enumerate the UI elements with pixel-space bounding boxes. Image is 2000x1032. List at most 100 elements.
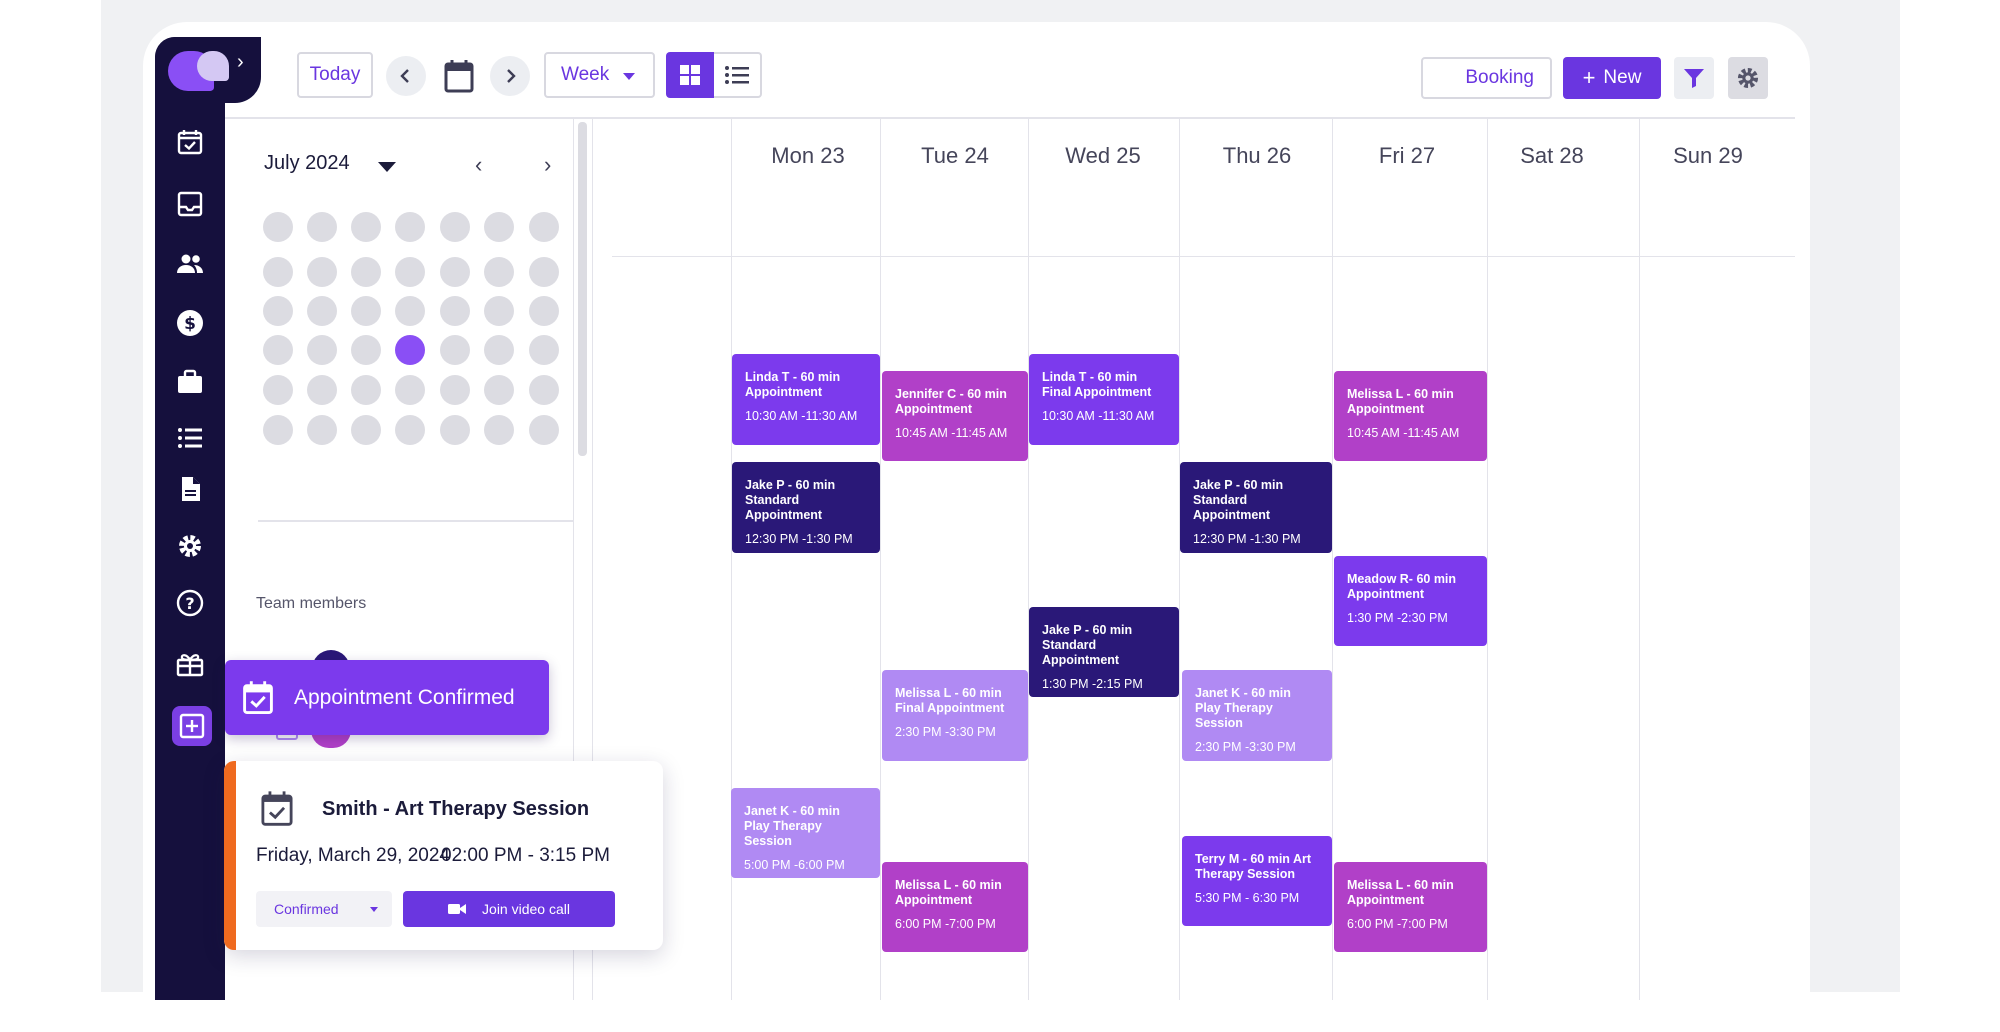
mini-calendar-day[interactable]: [529, 212, 559, 242]
mini-calendar-day[interactable]: [484, 375, 514, 405]
dollar-icon[interactable]: $: [174, 307, 206, 339]
caret-down-icon[interactable]: [378, 162, 396, 172]
status-select[interactable]: Confirmed: [256, 891, 392, 927]
appointment-block[interactable]: Melissa L - 60 min Final Appointment 2:30…: [882, 670, 1028, 761]
appointment-block[interactable]: Janet K - 60 min Play Therapy Session 5:0…: [731, 788, 880, 878]
mini-calendar-day[interactable]: [484, 212, 514, 242]
mini-calendar-day[interactable]: [395, 335, 425, 365]
appointment-block[interactable]: Meadow R- 60 min Appointment 1:30 PM -2:3…: [1334, 556, 1487, 646]
day-header[interactable]: Fri 27: [1337, 143, 1477, 169]
mini-calendar-day[interactable]: [529, 257, 559, 287]
day-header[interactable]: Sun 29: [1638, 143, 1778, 169]
mini-calendar-day[interactable]: [263, 257, 293, 287]
mini-calendar-day[interactable]: [395, 257, 425, 287]
mini-calendar-day[interactable]: [440, 212, 470, 242]
appointment-detail-card[interactable]: Smith - Art Therapy Session Friday, Marc…: [224, 761, 663, 950]
mini-calendar-day[interactable]: [307, 257, 337, 287]
mini-calendar-day[interactable]: [484, 415, 514, 445]
new-button[interactable]: + New: [1563, 57, 1661, 99]
appointment-block[interactable]: Melissa L - 60 min Appointment 10:45 AM -…: [1334, 371, 1487, 461]
mini-calendar-day[interactable]: [440, 415, 470, 445]
gear-icon[interactable]: [174, 530, 206, 562]
mini-calendar-day[interactable]: [484, 257, 514, 287]
settings-button[interactable]: [1728, 57, 1768, 99]
appointment-block[interactable]: Jake P - 60 min Standard Appointment 12:3…: [732, 462, 880, 553]
appointment-block[interactable]: Jennifer C - 60 min Appointment 10:45 AM …: [882, 371, 1028, 461]
appointment-block[interactable]: Linda T - 60 min Appointment 10:30 AM -11…: [732, 354, 880, 445]
appointment-time: 10:45 AM -11:45 AM: [895, 426, 1008, 440]
inbox-icon[interactable]: [174, 188, 206, 220]
mini-calendar-day[interactable]: [307, 212, 337, 242]
logo-mark-secondary: [197, 51, 229, 81]
mini-calendar-day[interactable]: [263, 415, 293, 445]
gift-icon[interactable]: [174, 648, 206, 680]
mini-calendar-day[interactable]: [351, 296, 381, 326]
calendar-check-icon[interactable]: [174, 126, 206, 158]
mini-calendar-day[interactable]: [484, 296, 514, 326]
mini-calendar-day[interactable]: [307, 415, 337, 445]
calendar-picker-icon[interactable]: [442, 57, 476, 95]
mini-calendar-day[interactable]: [395, 212, 425, 242]
mini-calendar-day[interactable]: [263, 335, 293, 365]
appointment-block[interactable]: Janet K - 60 min Play Therapy Session 2:3…: [1182, 670, 1332, 761]
today-button[interactable]: Today: [297, 52, 373, 98]
filter-button[interactable]: [1674, 57, 1714, 99]
mini-calendar-day[interactable]: [440, 296, 470, 326]
sidebar-scrollbar[interactable]: [578, 122, 587, 456]
mini-calendar-day[interactable]: [351, 375, 381, 405]
booking-button[interactable]: Booking: [1421, 57, 1552, 99]
day-header[interactable]: Sat 28: [1482, 143, 1622, 169]
view-select[interactable]: Week: [544, 52, 655, 98]
mini-calendar-day[interactable]: [263, 212, 293, 242]
appointment-block[interactable]: Terry M - 60 min Art Therapy Session 5:30…: [1182, 836, 1332, 926]
join-video-call-button[interactable]: Join video call: [403, 891, 615, 927]
mini-calendar-day[interactable]: [351, 415, 381, 445]
appointment-block[interactable]: Jake P - 60 min Standard Appointment 12:3…: [1180, 462, 1332, 553]
list-view-toggle[interactable]: [714, 52, 762, 98]
grid-view-toggle[interactable]: [666, 52, 714, 98]
mini-calendar-day[interactable]: [529, 335, 559, 365]
mini-calendar-day[interactable]: [440, 335, 470, 365]
mini-calendar-day[interactable]: [351, 212, 381, 242]
mini-calendar-day[interactable]: [395, 415, 425, 445]
day-header[interactable]: Thu 26: [1187, 143, 1327, 169]
list-icon[interactable]: [174, 422, 206, 454]
mini-calendar-day[interactable]: [529, 415, 559, 445]
mini-calendar-day[interactable]: [307, 296, 337, 326]
mini-calendar-day[interactable]: [395, 375, 425, 405]
mini-calendar-day[interactable]: [263, 375, 293, 405]
mini-calendar-day[interactable]: [263, 296, 293, 326]
chevron-down-icon: [370, 907, 378, 912]
appointment-block[interactable]: Linda T - 60 min Final Appointment 10:30 …: [1029, 354, 1179, 445]
document-icon[interactable]: [174, 473, 206, 505]
prev-week-button[interactable]: [386, 56, 426, 96]
mini-calendar-day[interactable]: [395, 296, 425, 326]
appointment-title: Jake P - 60 min Standard Appointment: [1193, 478, 1284, 522]
mini-calendar-day[interactable]: [440, 257, 470, 287]
day-header[interactable]: Tue 24: [885, 143, 1025, 169]
appointment-block[interactable]: Melissa L - 60 min Appointment 6:00 PM -7…: [882, 862, 1028, 952]
day-header[interactable]: Wed 25: [1033, 143, 1173, 169]
next-week-button[interactable]: [490, 56, 530, 96]
mini-calendar-day[interactable]: [529, 375, 559, 405]
appointment-time: 12:30 PM -1:30 PM: [745, 532, 853, 546]
col-line: [1639, 118, 1640, 1000]
people-icon[interactable]: [174, 248, 206, 280]
mini-next-month-icon[interactable]: ›: [544, 152, 551, 178]
day-header[interactable]: Mon 23: [738, 143, 878, 169]
chevron-down-icon: [623, 73, 635, 80]
mini-calendar-day[interactable]: [351, 335, 381, 365]
mini-calendar-day[interactable]: [484, 335, 514, 365]
briefcase-icon[interactable]: [174, 366, 206, 398]
add-icon[interactable]: [172, 706, 212, 746]
appointment-block[interactable]: Jake P - 60 min Standard Appointment 1:30…: [1029, 607, 1179, 697]
mini-calendar-day[interactable]: [351, 257, 381, 287]
help-icon[interactable]: ?: [174, 587, 206, 619]
appointment-block[interactable]: Melissa L - 60 min Appointment 6:00 PM -7…: [1334, 862, 1487, 952]
mini-calendar-day[interactable]: [529, 296, 559, 326]
mini-calendar-day[interactable]: [307, 335, 337, 365]
expand-chevron-icon[interactable]: ›: [237, 50, 244, 74]
mini-calendar-day[interactable]: [307, 375, 337, 405]
mini-calendar-day[interactable]: [440, 375, 470, 405]
mini-prev-month-icon[interactable]: ‹: [475, 152, 482, 178]
